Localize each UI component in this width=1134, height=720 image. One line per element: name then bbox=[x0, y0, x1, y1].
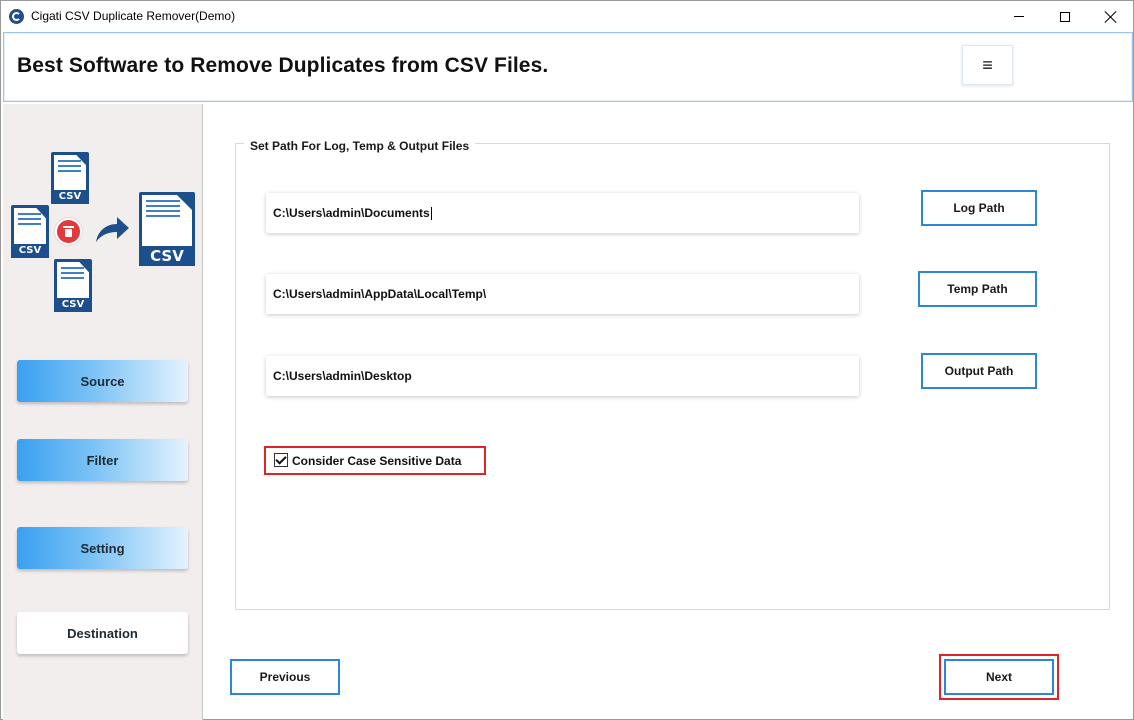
arrow-icon bbox=[96, 217, 129, 242]
sidebar-item-source[interactable]: Source bbox=[17, 360, 188, 402]
close-button[interactable] bbox=[1088, 1, 1134, 32]
page-title: Best Software to Remove Duplicates from … bbox=[17, 54, 549, 77]
log-path-value: C:\Users\admin\Documents bbox=[273, 206, 430, 220]
text-caret bbox=[430, 207, 432, 221]
trash-icon bbox=[55, 218, 82, 245]
csv-file-label: CSV bbox=[51, 190, 89, 204]
sidebar: CSV CSV CSV CSV Source Filter Setting De… bbox=[3, 104, 203, 720]
csv-file-label: CSV bbox=[11, 244, 49, 258]
minimize-icon bbox=[1014, 16, 1024, 17]
csv-file-icon: CSV bbox=[139, 192, 195, 266]
maximize-button[interactable] bbox=[1042, 1, 1088, 32]
output-path-button[interactable]: Output Path bbox=[921, 353, 1037, 389]
sidebar-item-setting[interactable]: Setting bbox=[17, 527, 188, 569]
previous-button[interactable]: Previous bbox=[230, 659, 340, 695]
csv-file-icon: CSV bbox=[51, 152, 89, 204]
temp-path-field[interactable]: C:\Users\admin\AppData\Local\Temp\ bbox=[266, 274, 859, 314]
log-path-button[interactable]: Log Path bbox=[921, 190, 1037, 226]
group-title: Set Path For Log, Temp & Output Files bbox=[244, 136, 476, 156]
app-window: Cigati CSV Duplicate Remover(Demo) Best … bbox=[0, 0, 1134, 720]
close-icon bbox=[1105, 11, 1117, 23]
csv-file-label: CSV bbox=[139, 246, 195, 266]
menu-button[interactable]: ≡ bbox=[962, 45, 1013, 85]
csv-file-label: CSV bbox=[54, 298, 92, 312]
case-sensitive-label[interactable]: Consider Case Sensitive Data bbox=[292, 453, 461, 469]
minimize-button[interactable] bbox=[996, 1, 1042, 32]
log-path-field[interactable]: C:\Users\admin\Documents bbox=[266, 193, 859, 233]
csv-file-icon: CSV bbox=[54, 259, 92, 312]
header-banner: Best Software to Remove Duplicates from … bbox=[3, 32, 1133, 102]
maximize-icon bbox=[1060, 11, 1070, 22]
hamburger-icon: ≡ bbox=[982, 54, 993, 75]
sidebar-item-filter[interactable]: Filter bbox=[17, 439, 188, 481]
sidebar-item-destination[interactable]: Destination bbox=[17, 612, 188, 654]
title-bar: Cigati CSV Duplicate Remover(Demo) bbox=[1, 1, 1133, 32]
case-sensitive-checkbox[interactable] bbox=[274, 453, 288, 467]
next-button[interactable]: Next bbox=[944, 659, 1054, 695]
temp-path-button[interactable]: Temp Path bbox=[918, 271, 1037, 307]
csv-file-icon: CSV bbox=[11, 205, 49, 258]
window-title: Cigati CSV Duplicate Remover(Demo) bbox=[31, 9, 236, 23]
app-logo-icon bbox=[9, 9, 24, 24]
output-path-field[interactable]: C:\Users\admin\Desktop bbox=[266, 356, 859, 396]
